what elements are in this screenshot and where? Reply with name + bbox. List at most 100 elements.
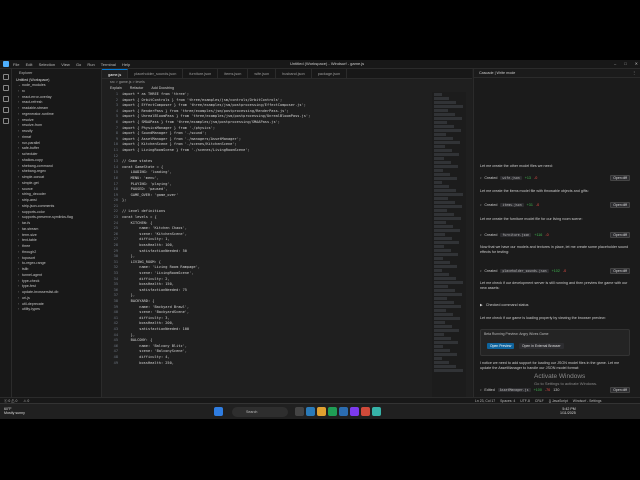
menu-help[interactable]: Help	[122, 62, 130, 67]
windsurf-taskbar-icon[interactable]	[372, 407, 381, 416]
minimize-icon[interactable]: –	[614, 61, 616, 66]
minimap-line	[434, 201, 455, 204]
minimap-line	[434, 353, 457, 356]
editor-tab[interactable]: game.js	[102, 69, 129, 78]
editor-tab[interactable]: furniture.json	[183, 69, 219, 78]
minimap-line	[434, 205, 462, 208]
search-icon[interactable]	[3, 85, 9, 91]
open-diff-button[interactable]: Open diff	[610, 387, 630, 393]
edge-icon[interactable]	[306, 407, 315, 416]
minimap-line	[434, 129, 461, 132]
chat-header: Cascade | Write mode ⋮	[474, 69, 640, 78]
open-external-browser-button[interactable]: Open in External Browser	[519, 343, 564, 349]
editor-tab[interactable]: placeholder_sounds.json	[128, 69, 184, 78]
app-icon[interactable]	[350, 407, 359, 416]
open-diff-button[interactable]: Open diff	[610, 268, 630, 274]
editor-tab[interactable]: items.json	[218, 69, 249, 78]
editor-tab[interactable]: husband.json	[276, 69, 312, 78]
minimap-line	[434, 225, 453, 228]
created-file-row: ▫ Created furniture.json +116 -0 Open di…	[480, 232, 630, 238]
menu-run[interactable]: Run	[87, 62, 94, 67]
source-control-icon[interactable]	[3, 96, 9, 102]
title-bar: File Edit Selection View Go Run Terminal…	[0, 60, 640, 69]
minimap[interactable]	[432, 92, 466, 411]
task-view-icon[interactable]	[295, 407, 304, 416]
extensions-icon[interactable]	[3, 118, 9, 124]
file-explorer-icon[interactable]	[317, 407, 326, 416]
mail-icon[interactable]	[339, 407, 348, 416]
file-icon: ▫	[480, 203, 482, 207]
chrome-icon[interactable]	[361, 407, 370, 416]
folder-label: shebang-command	[22, 163, 53, 168]
minimap-line	[434, 269, 442, 272]
folder-label: resolve	[22, 117, 34, 122]
code-editor[interactable]: 1 import * as THREE from 'three'; 2 import …	[102, 92, 432, 411]
minimap-line	[434, 221, 446, 224]
file-chip[interactable]: AssetManager.js	[497, 388, 531, 392]
editor-area: game.js placeholder_sounds.json furniture.…	[102, 69, 472, 411]
folder-label: tslib	[22, 267, 29, 271]
file-icon: ▫	[480, 388, 482, 392]
menu-selection[interactable]: Selection	[39, 62, 55, 67]
close-icon[interactable]: ✕	[635, 61, 638, 66]
desktop-screen: File Edit Selection View Go Run Terminal…	[0, 60, 640, 419]
menu-edit[interactable]: Edit	[26, 62, 33, 67]
menu-terminal[interactable]: Terminal	[101, 62, 116, 67]
menu-view[interactable]: View	[61, 62, 70, 67]
refactor-link[interactable]: Refactor	[130, 85, 144, 92]
explorer-icon[interactable]	[3, 74, 9, 80]
editor-tab[interactable]: package.json	[312, 69, 348, 78]
minimap-line	[434, 229, 460, 232]
additions: +100	[533, 388, 542, 392]
file-chip[interactable]: furniture.json	[500, 233, 532, 237]
minimap-line	[434, 97, 449, 100]
folder-label: update-browserslist-db	[22, 290, 59, 294]
code-lens-bar: Explain Refactor Add Docstring	[102, 85, 472, 92]
menu-file[interactable]: File	[13, 62, 19, 67]
folder-label: shebang-regex	[22, 169, 46, 174]
chat-actions-icon[interactable]: ⋮	[632, 69, 636, 77]
minimap-line	[434, 189, 456, 192]
folder-label: toposort	[22, 255, 35, 260]
minimap-line	[434, 157, 444, 160]
taskbar-search[interactable]: Search	[232, 407, 288, 417]
window-title: Untitled (Workspace) - Windsurf - game.j…	[290, 61, 365, 66]
minimap-line	[434, 345, 443, 348]
start-icon[interactable]	[214, 407, 223, 416]
menu-go[interactable]: Go	[76, 62, 81, 67]
maximize-icon[interactable]: □	[624, 61, 626, 66]
deletions: -0	[545, 233, 549, 237]
minimap-line	[434, 237, 452, 240]
browser-preview-card: Beta Running Preview: Angry Wives Game O…	[480, 329, 630, 356]
file-chip[interactable]: items.json	[500, 203, 524, 207]
folder-label: tar-stream	[22, 226, 39, 231]
minimap-line	[434, 197, 448, 200]
file-chip[interactable]: wife.json	[500, 176, 522, 180]
minimap-line	[434, 185, 449, 188]
explain-link[interactable]: Explain	[110, 85, 122, 92]
editor-tab[interactable]: wife.json	[248, 69, 277, 78]
minimap-line	[434, 117, 462, 120]
created-file-row: ▫ Created wife.json +13 -0 Open diff	[480, 175, 630, 181]
folder-label: supports-color	[22, 209, 45, 214]
system-tray[interactable]: 5:42 PM 1/11/2025	[560, 407, 576, 415]
weather-widget[interactable]: 60°F Mostly sunny	[4, 407, 25, 415]
run-debug-icon[interactable]	[3, 107, 9, 113]
file-chip[interactable]: placeholder_sounds.json	[500, 269, 549, 273]
open-diff-button[interactable]: Open diff	[610, 175, 630, 181]
explorer-folder[interactable]: › utility-types	[12, 307, 101, 313]
open-diff-button[interactable]: Open diff	[610, 202, 630, 208]
created-label: Created	[484, 233, 498, 237]
created-label: Created	[484, 269, 498, 273]
open-diff-button[interactable]: Open diff	[610, 232, 630, 238]
additions: +102	[551, 269, 560, 273]
add-docstring-link[interactable]: Add Docstring	[151, 85, 174, 92]
store-icon[interactable]	[328, 407, 337, 416]
open-preview-button[interactable]: Open Preview	[487, 343, 515, 349]
minimap-line	[434, 281, 463, 284]
activity-bar	[0, 69, 12, 411]
minimap-line	[434, 325, 452, 328]
chat-message: Let me check if our development server i…	[480, 281, 628, 290]
folder-label: rc	[22, 88, 25, 93]
minimap-line	[434, 133, 446, 136]
